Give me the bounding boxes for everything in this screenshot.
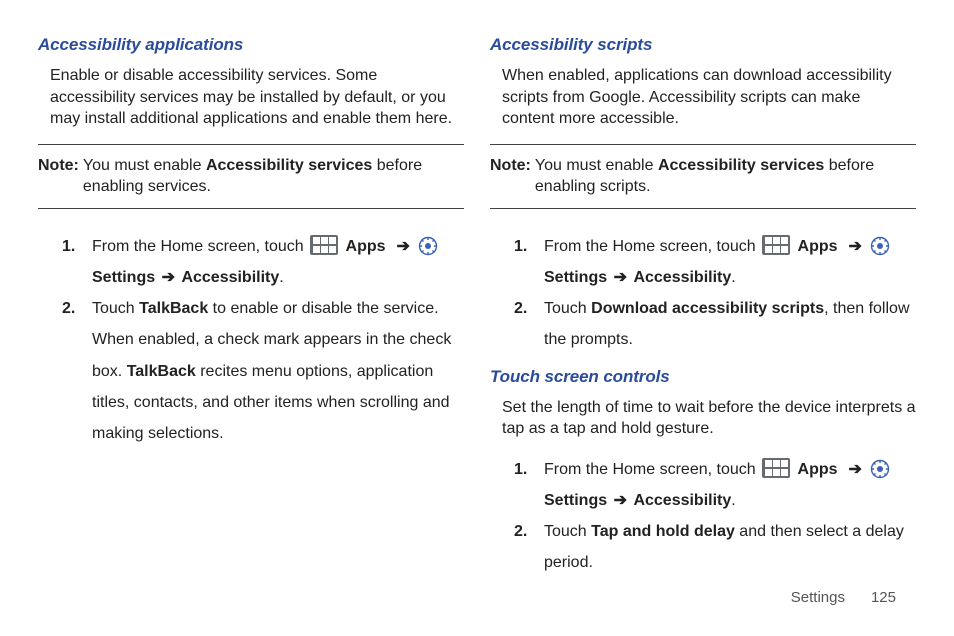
note-bold: Accessibility services <box>658 157 824 174</box>
settings-label: Settings <box>92 269 155 286</box>
period: . <box>731 269 735 286</box>
accessibility-label: Accessibility <box>181 269 279 286</box>
s2-pre: Touch <box>544 300 591 317</box>
t2-pre: Touch <box>544 523 591 540</box>
settings-icon <box>870 459 890 479</box>
steps-touch: From the Home screen, touch Apps ➔ Setti… <box>490 454 916 579</box>
s1-pre: From the Home screen, touch <box>544 238 760 255</box>
download-scripts-label: Download accessibility scripts <box>591 300 824 317</box>
s2-pre: Touch <box>92 300 139 317</box>
arrow-icon: ➔ <box>162 269 175 286</box>
talkback-label-2: TalkBack <box>127 363 196 380</box>
note-bold: Accessibility services <box>206 157 372 174</box>
note-block-scripts: Note: You must enable Accessibility serv… <box>490 144 916 209</box>
step-1: From the Home screen, touch Apps ➔ Setti… <box>514 454 916 516</box>
note-body: You must enable Accessibility services b… <box>535 155 916 198</box>
note-label: Note: <box>490 155 535 177</box>
steps-scripts: From the Home screen, touch Apps ➔ Setti… <box>490 231 916 356</box>
apps-label: Apps <box>346 238 386 255</box>
apps-icon <box>310 235 338 255</box>
scripts-intro: When enabled, applications can download … <box>502 65 916 130</box>
page-footer: Settings 125 <box>791 589 896 606</box>
page-number: 125 <box>871 589 896 606</box>
apps-label: Apps <box>798 461 838 478</box>
heading-accessibility-applications: Accessibility applications <box>38 34 464 57</box>
arrow-icon: ➔ <box>848 461 861 478</box>
note-block: Note: You must enable Accessibility serv… <box>38 144 464 209</box>
arrow-icon: ➔ <box>396 238 409 255</box>
touch-intro: Set the length of time to wait before th… <box>502 397 916 440</box>
period: . <box>279 269 283 286</box>
note-pre: You must enable <box>535 157 658 174</box>
arrow-icon: ➔ <box>848 238 861 255</box>
step-1: From the Home screen, touch Apps ➔ Setti… <box>62 231 464 293</box>
tap-hold-label: Tap and hold delay <box>591 523 735 540</box>
footer-section: Settings <box>791 589 845 606</box>
settings-icon <box>418 236 438 256</box>
settings-label: Settings <box>544 269 607 286</box>
note-pre: You must enable <box>83 157 206 174</box>
manual-page: Accessibility applications Enable or dis… <box>0 0 954 589</box>
accessibility-label: Accessibility <box>633 269 731 286</box>
period: . <box>731 492 735 509</box>
left-column: Accessibility applications Enable or dis… <box>38 34 464 579</box>
settings-label: Settings <box>544 492 607 509</box>
step-2: Touch Download accessibility scripts, th… <box>514 293 916 355</box>
intro-text: Enable or disable accessibility services… <box>50 65 464 130</box>
right-column: Accessibility scripts When enabled, appl… <box>490 34 916 579</box>
talkback-label: TalkBack <box>139 300 208 317</box>
step1-pre: From the Home screen, touch <box>92 238 308 255</box>
arrow-icon: ➔ <box>614 269 627 286</box>
step-2: Touch Tap and hold delay and then select… <box>514 516 916 578</box>
step-1: From the Home screen, touch Apps ➔ Setti… <box>514 231 916 293</box>
t1-pre: From the Home screen, touch <box>544 461 760 478</box>
heading-touch-screen-controls: Touch screen controls <box>490 366 916 389</box>
steps-list: From the Home screen, touch Apps ➔ Setti… <box>38 231 464 449</box>
heading-accessibility-scripts: Accessibility scripts <box>490 34 916 57</box>
note-label: Note: <box>38 155 83 177</box>
arrow-icon: ➔ <box>614 492 627 509</box>
apps-icon <box>762 458 790 478</box>
apps-label: Apps <box>798 238 838 255</box>
accessibility-label: Accessibility <box>633 492 731 509</box>
settings-icon <box>870 236 890 256</box>
apps-icon <box>762 235 790 255</box>
note-body: You must enable Accessibility services b… <box>83 155 464 198</box>
step-2: Touch TalkBack to enable or disable the … <box>62 293 464 449</box>
